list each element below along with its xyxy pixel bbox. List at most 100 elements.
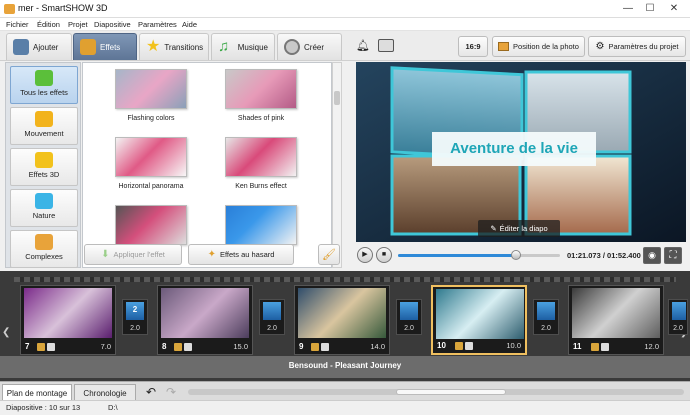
slide-thumbnail[interactable]: 11 12.0: [568, 285, 664, 355]
transition-duration: 2.0: [541, 325, 551, 332]
transition-thumbnail[interactable]: 2.0: [533, 299, 559, 335]
slide-thumbnail[interactable]: 7 7.0: [20, 285, 116, 355]
undo-icon[interactable]: ↶: [146, 385, 156, 399]
category-label: Complexes: [25, 252, 63, 261]
category-label: Nature: [32, 211, 56, 220]
brush-icon: 🖌︎: [322, 249, 336, 261]
project-settings-button[interactable]: ⚙ Paramètres du projet: [588, 36, 686, 57]
effects-scrollbar[interactable]: [332, 62, 342, 268]
slide-image: [161, 288, 249, 338]
tab-ajouter[interactable]: Ajouter: [6, 33, 72, 60]
speaker-icon[interactable]: [321, 343, 329, 351]
transition-thumbnail[interactable]: 2.0: [668, 299, 688, 335]
aspect-ratio-button[interactable]: 16:9: [458, 36, 488, 57]
random-effects-label: Effets au hasard: [219, 250, 275, 259]
tab-transitions-label: Transitions: [164, 42, 204, 52]
menu-diapositive[interactable]: Diapositive: [94, 20, 131, 29]
menu-edition[interactable]: Édition: [37, 20, 60, 29]
bell-icon[interactable]: 🔔︎: [356, 39, 370, 52]
tab-effets[interactable]: Effets: [73, 33, 137, 60]
menu-fichier[interactable]: Fichier: [6, 20, 29, 29]
playback-knob[interactable]: [511, 250, 522, 260]
slide-title-text: Aventure de la vie: [450, 140, 578, 157]
category-3d-effects[interactable]: Effets 3D: [10, 148, 78, 186]
transition-number: 2: [132, 305, 138, 314]
random-effects-button[interactable]: ✦ Effets au hasard: [188, 244, 294, 265]
status-bar: Diapositive : 10 sur 13 D:\: [0, 400, 690, 415]
tab-transitions[interactable]: ★ Transitions: [139, 33, 209, 60]
image-edit-icon[interactable]: [378, 39, 394, 52]
transition-thumbnail[interactable]: 2.0: [259, 299, 285, 335]
bottom-bar: Plan de montage Chronologie ↶ ↷: [0, 381, 690, 401]
pencil-icon[interactable]: [311, 343, 319, 351]
stop-button[interactable]: ■: [376, 247, 392, 263]
maximize-button[interactable]: ☐: [640, 1, 660, 17]
clear-effect-button[interactable]: 🖌︎: [318, 244, 340, 265]
play-button[interactable]: ▶: [357, 247, 373, 263]
edit-slide-button[interactable]: ✎ Éditer la diapo: [478, 220, 560, 237]
tab-musique[interactable]: ♫ Musique: [211, 33, 275, 60]
effect-item[interactable]: Shades of pink: [221, 69, 301, 122]
menu-projet[interactable]: Projet: [68, 20, 88, 29]
slide-thumbnail[interactable]: 9 14.0: [294, 285, 390, 355]
slide-preview: Aventure de la vie ✎ Éditer la diapo: [356, 62, 686, 242]
pencil-icon[interactable]: [37, 343, 45, 351]
category-label: Tous les effets: [20, 88, 68, 97]
menu-aide[interactable]: Aide: [182, 20, 197, 29]
audio-track[interactable]: Bensound - Pleasant Journey: [0, 356, 690, 378]
slide-thumbnail-selected[interactable]: 10 10.0: [431, 285, 527, 355]
playback-slider[interactable]: [398, 250, 560, 260]
tab-timeline[interactable]: Chronologie: [74, 384, 136, 401]
magic-wand-icon: ✦: [207, 249, 216, 260]
scrollbar-thumb[interactable]: [396, 389, 506, 395]
category-complex[interactable]: Complexes: [10, 230, 78, 268]
minimize-button[interactable]: —: [618, 1, 638, 17]
pencil-icon[interactable]: [591, 343, 599, 351]
transition-thumbnail[interactable]: 2.0: [396, 299, 422, 335]
effect-item[interactable]: Flashing colors: [111, 69, 191, 122]
effect-thumbnail: [225, 69, 297, 109]
tab-creer[interactable]: Créer: [277, 33, 342, 60]
tab-creer-label: Créer: [304, 42, 325, 52]
tab-storyboard[interactable]: Plan de montage: [2, 384, 72, 401]
category-movement[interactable]: Mouvement: [10, 107, 78, 145]
pencil-icon[interactable]: [174, 343, 182, 351]
scrollbar-thumb[interactable]: [334, 91, 340, 105]
category-label: Effets 3D: [28, 170, 60, 179]
redo-icon[interactable]: ↷: [166, 385, 176, 399]
pencil-icon[interactable]: [455, 342, 463, 350]
menu-bar: Fichier Édition Projet Diapositive Param…: [0, 18, 690, 31]
speaker-icon[interactable]: [184, 343, 192, 351]
project-settings-label: Paramètres du projet: [608, 42, 679, 51]
category-all-effects[interactable]: Tous les effets: [10, 66, 78, 104]
photo-icon: [498, 42, 510, 51]
effect-thumbnail: [115, 137, 187, 177]
transition-duration: 2.0: [673, 325, 683, 332]
slide-image: [24, 288, 112, 338]
effect-thumbnail: [115, 69, 187, 109]
timeline-scrollbar[interactable]: [188, 389, 684, 395]
effect-item[interactable]: Horizontal panorama: [111, 137, 191, 190]
slide-duration: 12.0: [644, 342, 659, 351]
category-nature[interactable]: Nature: [10, 189, 78, 227]
effect-thumbnail: [225, 205, 297, 245]
speaker-icon[interactable]: [465, 342, 473, 350]
speaker-icon[interactable]: [47, 343, 55, 351]
transition-thumbnail[interactable]: 2 2.0: [122, 299, 148, 335]
photo-position-button[interactable]: Position de la photo: [492, 36, 585, 57]
effect-item[interactable]: Ken Burns effect: [221, 137, 301, 190]
slide-thumbnail[interactable]: 8 15.0: [157, 285, 253, 355]
menu-parametres[interactable]: Paramètres: [138, 20, 177, 29]
scroll-left-arrow-icon[interactable]: ❮: [2, 327, 10, 338]
tab-effets-label: Effets: [100, 42, 121, 52]
effect-label: Flashing colors: [127, 115, 175, 122]
apply-effect-button[interactable]: ⬇ Appliquer l'effet: [84, 244, 182, 265]
slide-number: 8: [162, 342, 167, 351]
apply-effect-label: Appliquer l'effet: [113, 250, 165, 259]
slide-duration: 7.0: [100, 342, 111, 351]
slide-image: [436, 289, 524, 339]
fullscreen-icon[interactable]: ⛶: [664, 247, 682, 264]
snapshot-camera-icon[interactable]: ◉: [643, 247, 661, 264]
close-button[interactable]: ✕: [664, 1, 684, 17]
speaker-icon[interactable]: [601, 343, 609, 351]
